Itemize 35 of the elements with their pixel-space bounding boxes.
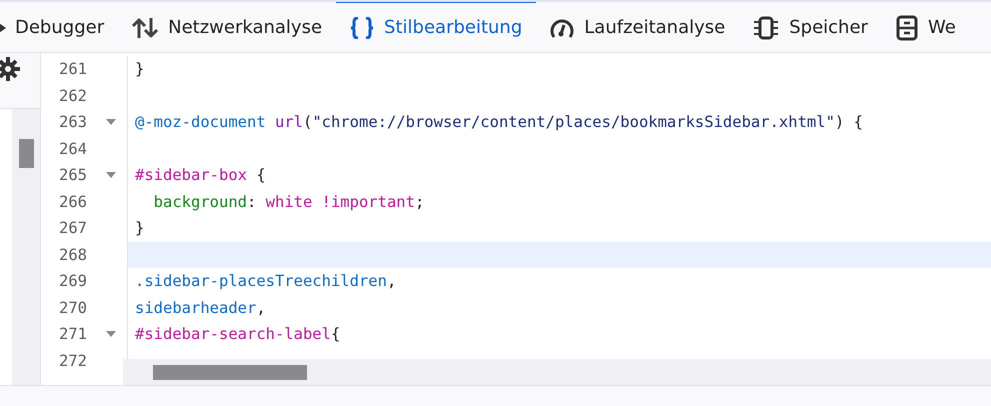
code-line: .sidebar-placesTreechildren,: [127, 268, 991, 294]
code-line: #sidebar-box {: [127, 162, 991, 188]
tab[interactable]: We: [882, 2, 970, 52]
fold-arrow-icon[interactable]: [105, 118, 117, 126]
scrollbar-thumb[interactable]: [153, 365, 307, 380]
cabinet-icon: [896, 14, 918, 40]
line-number: 272: [58, 352, 87, 370]
line-number: 268: [58, 246, 87, 264]
line-number: 267: [58, 219, 87, 238]
line-number: 269: [58, 272, 87, 290]
code-line: sidebarheader,: [127, 294, 991, 321]
line-number: 265: [58, 166, 87, 184]
line-number: 263: [58, 113, 87, 132]
line-number: 270: [58, 298, 87, 317]
braces-icon: [350, 16, 374, 38]
settings-icon[interactable]: [0, 56, 22, 82]
line-number: 262: [58, 86, 87, 105]
line-number: 261: [58, 60, 87, 78]
code-line: }: [127, 56, 991, 82]
scrollbar-thumb[interactable]: [19, 139, 34, 168]
chip-icon: [753, 16, 780, 40]
tab[interactable]: Debugger: [0, 2, 118, 52]
tab[interactable]: Laufzeitanalyse: [536, 2, 740, 52]
code-line: #sidebar-search-label{: [127, 321, 991, 348]
arrows-icon: [132, 16, 158, 38]
tab[interactable]: Speicher: [739, 2, 882, 52]
fold-arrow-icon[interactable]: [105, 171, 117, 180]
fold-arrow-icon[interactable]: [105, 330, 117, 338]
code-line: background: white !important;: [127, 188, 991, 215]
gauge-icon: [550, 16, 574, 38]
tab[interactable]: Netzwerkanalyse: [118, 2, 336, 52]
line-number: 271: [58, 325, 87, 344]
line-number: 266: [58, 192, 87, 211]
line-number: 264: [58, 140, 87, 158]
code-line: @-moz-document url("chrome://browser/content/places/bookmarksSidebar.xhtml") {: [127, 109, 991, 136]
